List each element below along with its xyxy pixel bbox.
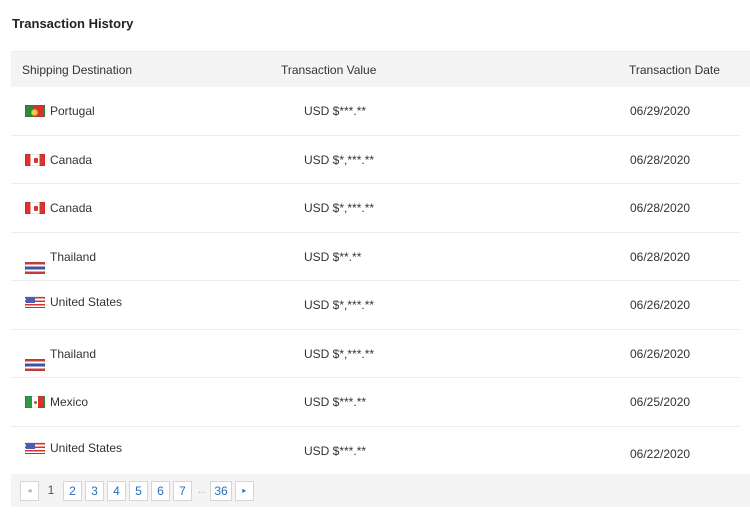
transaction-table: Shipping Destination Transaction Value T…: [11, 51, 750, 475]
value-cell: USD $*,***.**: [304, 298, 375, 312]
value-cell: USD $*,***.**: [304, 201, 375, 215]
table-row: Canada USD $*,***.** 06/28/2020: [11, 184, 740, 233]
destination-label: United States: [50, 295, 123, 309]
destination-cell: Portugal: [25, 104, 95, 118]
table-row: United States USD $*,***.** 06/26/2020: [11, 281, 740, 330]
value-cell: USD $***.**: [304, 104, 367, 118]
date-cell: 06/29/2020: [630, 104, 691, 118]
destination-cell: United States: [25, 295, 122, 309]
table-row: Canada USD $*,***.** 06/28/2020: [11, 136, 740, 184]
column-header-value: Transaction Value: [281, 63, 377, 77]
date-cell: 06/25/2020: [630, 395, 691, 409]
canada-flag-icon: [25, 153, 45, 166]
table-row: United States USD $***.** 06/22/2020: [11, 427, 740, 476]
destination-label: Thailand: [50, 346, 97, 361]
page-button-last[interactable]: 36: [210, 480, 232, 501]
destination-cell: Thailand: [25, 249, 97, 274]
page-title: Transaction History: [12, 16, 134, 31]
destination-cell: Canada: [25, 153, 92, 167]
canada-flag-icon: [25, 202, 45, 214]
destination-cell: Mexico: [25, 395, 88, 409]
destination-cell: Thailand: [25, 346, 97, 371]
table-row: Thailand USD $*,***.** 06/26/2020: [11, 330, 740, 378]
date-cell: 06/26/2020: [630, 298, 691, 312]
destination-label: Mexico: [50, 395, 89, 409]
destination-label: Thailand: [50, 249, 97, 264]
destination-label: United States: [50, 440, 123, 455]
current-page: 1: [47, 482, 55, 497]
thailand-flag-icon: [25, 261, 45, 274]
date-cell: 06/28/2020: [630, 201, 691, 215]
table-header: Shipping Destination Transaction Value T…: [11, 51, 750, 87]
chevron-left-icon: ◂: [27, 485, 32, 495]
date-cell: 06/28/2020: [630, 249, 691, 264]
destination-cell: United States: [25, 441, 122, 455]
page-button-5[interactable]: 5: [129, 480, 148, 501]
table-body: Portugal USD $***.** 06/29/2020 Canada U…: [11, 87, 750, 475]
value-cell: USD $***.**: [304, 443, 367, 458]
value-cell: USD $***.**: [304, 395, 367, 409]
mexico-flag-icon: [25, 396, 45, 408]
chevron-right-icon: ▸: [242, 485, 247, 495]
next-page-button[interactable]: ▸: [234, 480, 254, 501]
pagination: ◂ 1 2 3 4 5 6 7 ... 36 ▸: [11, 474, 750, 507]
page-button-7[interactable]: 7: [173, 480, 192, 501]
table-row: Thailand USD $**.** 06/28/2020: [11, 233, 740, 281]
column-header-destination: Shipping Destination: [22, 63, 133, 77]
destination-cell: Canada: [25, 201, 92, 215]
page-button-2[interactable]: 2: [63, 480, 82, 501]
value-cell: USD $*,***.**: [304, 346, 375, 361]
table-row: Portugal USD $***.** 06/29/2020: [11, 87, 740, 136]
portugal-flag-icon: [25, 105, 45, 117]
date-cell: 06/26/2020: [630, 346, 691, 361]
previous-page-button[interactable]: ◂: [20, 480, 39, 501]
page-button-4[interactable]: 4: [107, 480, 126, 501]
thailand-flag-icon: [25, 358, 45, 371]
united-states-flag-icon: [25, 441, 45, 454]
page-button-6[interactable]: 6: [151, 480, 170, 501]
date-cell: 06/22/2020: [630, 446, 691, 461]
value-cell: USD $**.**: [304, 249, 362, 264]
pagination-ellipsis: ...: [198, 484, 207, 496]
column-header-date: Transaction Date: [629, 63, 720, 77]
page-button-3[interactable]: 3: [85, 480, 104, 501]
destination-label: Portugal: [50, 104, 95, 118]
table-row: Mexico USD $***.** 06/25/2020: [11, 378, 740, 427]
united-states-flag-icon: [25, 296, 45, 308]
destination-label: Canada: [50, 201, 93, 215]
destination-label: Canada: [50, 152, 93, 167]
date-cell: 06/28/2020: [630, 152, 691, 167]
value-cell: USD $*,***.**: [304, 152, 375, 167]
